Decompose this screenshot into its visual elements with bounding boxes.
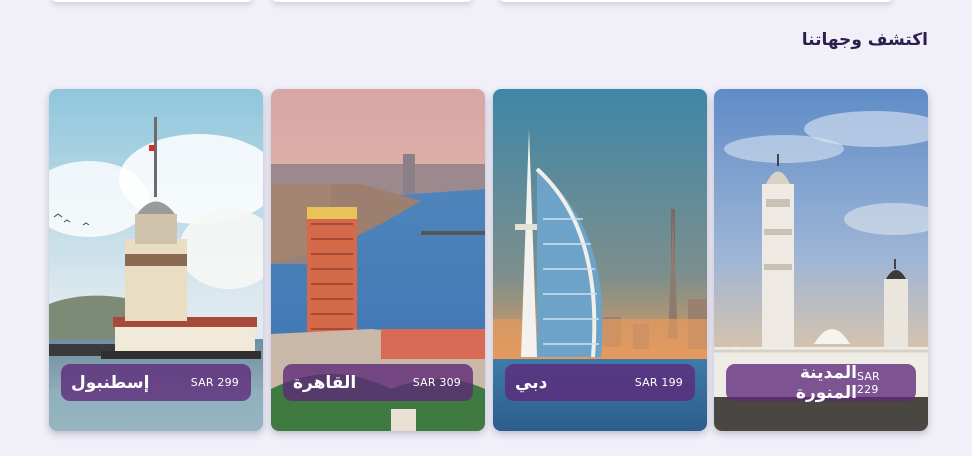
destination-city-name: إسطنبول (71, 372, 150, 393)
destinations-list: إسطنبول SAR 299 القاهرة SAR 309 دبي SAR … (49, 89, 928, 431)
destination-card-cairo[interactable]: القاهرة SAR 309 (271, 89, 485, 431)
destination-city-name: المدينة المنورة (795, 362, 857, 403)
destination-badge: القاهرة SAR 309 (283, 364, 473, 401)
destination-badge: المدينة المنورة SAR 229 (726, 362, 916, 403)
destination-price: SAR 309 (412, 376, 461, 389)
destination-city-name: دبي (515, 372, 548, 393)
top-card-2[interactable] (272, 0, 472, 2)
destination-price: SAR 199 (634, 376, 683, 389)
destination-price: SAR 299 (190, 376, 239, 389)
destination-badge: دبي SAR 199 (505, 364, 695, 401)
destination-price: SAR 229 (856, 369, 880, 396)
top-card-1[interactable] (52, 0, 252, 2)
destination-card-madinah[interactable]: المدينة المنورة SAR 229 (714, 89, 928, 431)
destination-city-name: القاهرة (293, 372, 357, 393)
destination-badge: إسطنبول SAR 299 (61, 364, 251, 401)
top-card-3[interactable] (500, 0, 892, 2)
destination-card-dubai[interactable]: دبي SAR 199 (493, 89, 707, 431)
destination-card-istanbul[interactable]: إسطنبول SAR 299 (49, 89, 263, 431)
section-title: اكتشف وجهاتنا (801, 30, 928, 50)
